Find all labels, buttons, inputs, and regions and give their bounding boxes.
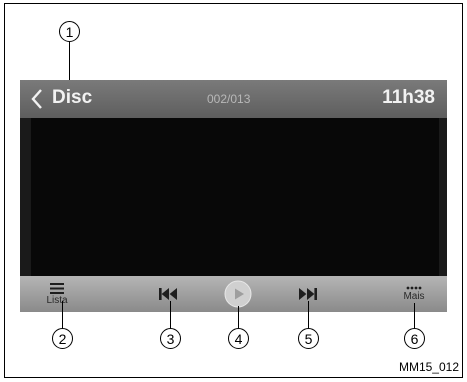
callout-6-leader <box>414 303 416 328</box>
previous-track-button[interactable] <box>148 276 188 312</box>
callout-5: 5 <box>298 328 319 349</box>
previous-track-icon <box>159 288 177 300</box>
video-left-edge <box>20 118 31 276</box>
callout-6: 6 <box>404 328 425 349</box>
video-area <box>20 118 447 276</box>
back-chevron-icon[interactable] <box>30 88 44 110</box>
car-display-screen: Disc 002/013 11h38 Lista Mais <box>20 80 447 312</box>
clock: 11h38 <box>382 87 435 108</box>
more-icon <box>406 286 422 290</box>
callout-5-leader <box>308 301 310 328</box>
list-button[interactable]: Lista <box>32 276 82 312</box>
callout-3: 3 <box>160 328 181 349</box>
source-title: Disc <box>52 87 93 108</box>
control-bar: Lista Mais <box>20 276 447 312</box>
callout-4-leader <box>238 306 240 328</box>
callout-2: 2 <box>52 328 73 349</box>
track-counter: 002/013 <box>207 92 251 106</box>
list-label: Lista <box>46 294 68 306</box>
play-icon <box>224 280 252 308</box>
next-track-icon <box>299 288 317 300</box>
more-label: Mais <box>403 291 425 302</box>
callout-4: 4 <box>228 328 249 349</box>
list-icon <box>50 282 64 294</box>
callout-3-leader <box>170 301 172 328</box>
video-right-edge <box>439 118 447 276</box>
header-bar: Disc 002/013 11h38 <box>20 80 447 118</box>
callout-1: 1 <box>59 21 80 42</box>
callout-2-leader <box>62 301 64 328</box>
figure-reference: MM15_012 <box>398 360 459 374</box>
